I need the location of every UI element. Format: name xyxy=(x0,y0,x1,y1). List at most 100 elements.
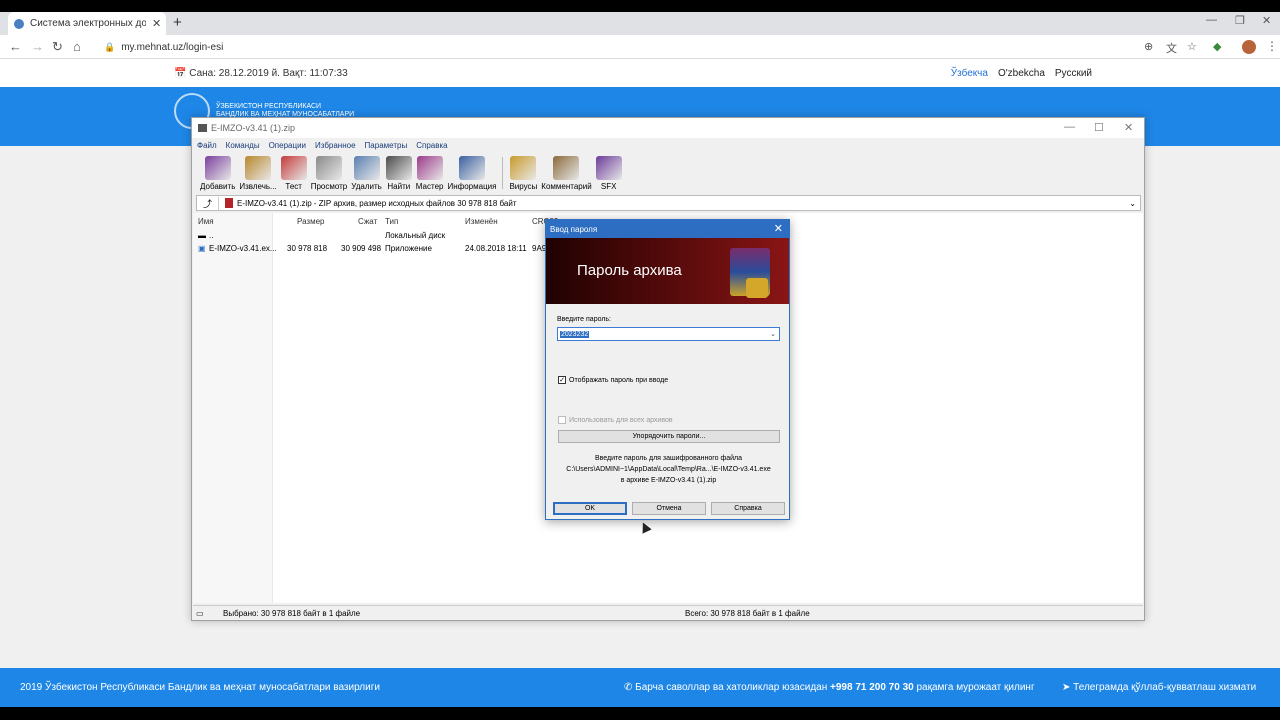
password-dialog: Ввод пароля ✕ Пароль архива Введите паро… xyxy=(545,219,790,520)
tab-close-icon[interactable]: ✕ xyxy=(152,17,161,30)
path-dropdown-icon[interactable]: ⌄ xyxy=(1129,199,1136,208)
archive-path-bar: ⤴ E-IMZO-v3.41 (1).zip - ZIP архив, разм… xyxy=(196,195,1141,211)
org-name-line1: ЎЗБЕКИСТОН РЕСПУБЛИКАСИ xyxy=(216,103,322,110)
toolbar-button[interactable]: Тест xyxy=(280,156,307,194)
toolbar-label: Тест xyxy=(285,182,302,191)
row-name: E-IMZO-v3.41.ex... xyxy=(209,244,277,253)
col-header-name[interactable]: Имя xyxy=(198,217,214,226)
winrar-maximize-icon[interactable]: ☐ xyxy=(1094,121,1104,134)
browser-tab[interactable]: Система электронных договоро ✕ xyxy=(8,12,166,35)
menu-operations[interactable]: Операции xyxy=(269,141,306,150)
password-value: 2023232 xyxy=(560,330,590,338)
password-label: Введите пароль: xyxy=(557,316,612,323)
language-switcher: Ўзбекча O'zbekcha Русский xyxy=(951,68,1092,79)
col-header-packed[interactable]: Сжат xyxy=(358,217,377,226)
home-icon[interactable]: ⌂ xyxy=(73,39,81,54)
lang-uz-cyrl[interactable]: Ўзбекча xyxy=(951,68,988,79)
col-header-modified[interactable]: Изменён xyxy=(465,217,498,226)
winrar-statusbar: ▭ Выбрано: 30 978 818 байт в 1 файле Все… xyxy=(193,605,1143,620)
telegram-icon: ➤ xyxy=(1062,682,1074,693)
toolbar-button[interactable]: SFX xyxy=(595,156,622,194)
translate-icon[interactable]: 文 xyxy=(1166,40,1177,56)
restore-icon[interactable]: ❐ xyxy=(1235,14,1245,27)
toolbar-separator xyxy=(502,157,504,189)
toolbar-button[interactable]: Найти xyxy=(385,156,412,194)
organize-passwords-button[interactable]: Упорядочить пароли... xyxy=(558,430,780,443)
toolbar-button[interactable]: Извлечь... xyxy=(239,156,277,194)
cancel-button[interactable]: Отмена xyxy=(632,502,706,515)
bookmark-star-icon[interactable]: ☆ xyxy=(1187,40,1197,53)
padlock-icon xyxy=(746,278,768,298)
toolbar-label: Добавить xyxy=(200,182,236,191)
dialog-close-icon[interactable]: ✕ xyxy=(774,222,783,235)
col-header-type[interactable]: Тип xyxy=(385,217,398,226)
url-field[interactable]: 🔒 my.mehnat.uz/login-esi xyxy=(96,37,1136,57)
toolbar-button[interactable]: Мастер xyxy=(416,156,443,194)
browser-menu-icon[interactable]: ⋮ xyxy=(1266,39,1278,53)
help-button[interactable]: Справка xyxy=(711,502,785,515)
tab-title: Система электронных договоро xyxy=(30,18,146,29)
dialog-banner: Пароль архива xyxy=(546,238,789,304)
use-for-all-label: Использовать для всех архивов xyxy=(569,416,673,424)
minimize-icon[interactable]: — xyxy=(1206,14,1217,26)
zoom-icon[interactable]: ⊕ xyxy=(1144,40,1153,53)
site-footer: 2019 Ўзбекистон Республикаси Бандлик ва … xyxy=(0,668,1280,707)
winrar-app-icon xyxy=(198,124,207,132)
reload-icon[interactable]: ↻ xyxy=(52,39,63,55)
browser-tabstrip: Система электронных договоро ✕ + — ❐ ✕ xyxy=(0,12,1280,35)
dialog-title: Ввод пароля xyxy=(550,224,598,234)
use-for-all-checkbox[interactable]: Использовать для всех архивов xyxy=(558,416,673,424)
close-window-icon[interactable]: ✕ xyxy=(1262,14,1271,27)
extension-icon[interactable]: ◆ xyxy=(1213,40,1221,53)
menu-options[interactable]: Параметры xyxy=(365,141,408,150)
forward-icon[interactable]: → xyxy=(31,39,44,54)
row-packed: 30 909 498 xyxy=(341,244,382,253)
toolbar-button[interactable]: Комментарий xyxy=(541,156,592,194)
back-icon[interactable]: ← xyxy=(9,39,22,54)
name-column-shade xyxy=(193,213,273,603)
row-type: Локальный диск xyxy=(385,231,446,240)
winrar-minimize-icon[interactable]: — xyxy=(1064,121,1075,133)
url-text: my.mehnat.uz/login-esi xyxy=(121,41,224,53)
menu-commands[interactable]: Команды xyxy=(226,141,260,150)
toolbar-button[interactable]: Вирусы xyxy=(509,156,537,194)
footer-telegram[interactable]: ➤ Телеграмда қўллаб-қувватлаш хизмати xyxy=(1062,682,1256,693)
toolbar-label: Найти xyxy=(387,182,411,191)
menu-favorites[interactable]: Избранное xyxy=(315,141,356,150)
footer-phone[interactable]: +998 71 200 70 30 xyxy=(830,682,914,693)
toolbar-button[interactable]: Удалить xyxy=(351,156,382,194)
winrar-titlebar[interactable]: E-IMZO-v3.41 (1).zip — ☐ ✕ xyxy=(192,118,1144,138)
toolbar-label: Просмотр xyxy=(310,182,348,191)
toolbar-button[interactable]: Просмотр xyxy=(310,156,348,194)
toolbar-label: Вирусы xyxy=(509,182,538,191)
exe-file-icon: ▣ xyxy=(198,244,206,253)
address-bar: ← → ↻ ⌂ 🔒 my.mehnat.uz/login-esi ⊕ 文 ☆ ◆… xyxy=(0,35,1280,59)
toolbar-button[interactable]: Информация xyxy=(447,156,496,194)
footer-contact-pre: Барча саволлар ва хатоликлар юзасидан xyxy=(635,682,831,693)
archive-path: E-IMZO-v3.41 (1).zip - ZIP архив, размер… xyxy=(237,198,517,208)
password-input[interactable]: 2023232 ⌄ xyxy=(557,327,780,341)
password-dropdown-icon[interactable]: ⌄ xyxy=(770,330,776,338)
menu-file[interactable]: Файл xyxy=(197,141,217,150)
lang-ru[interactable]: Русский xyxy=(1055,68,1092,79)
menu-help[interactable]: Справка xyxy=(416,141,447,150)
row-modified: 24.08.2018 18:11 xyxy=(465,244,527,253)
winrar-close-icon[interactable]: ✕ xyxy=(1124,121,1133,134)
lock-icon: 🔒 xyxy=(104,41,116,52)
row-name: .. xyxy=(209,231,214,240)
new-tab-button[interactable]: + xyxy=(173,14,182,31)
profile-avatar[interactable] xyxy=(1242,40,1256,54)
up-folder-icon[interactable]: ⤴ xyxy=(197,196,219,210)
dialog-titlebar[interactable]: Ввод пароля ✕ xyxy=(546,220,789,238)
info-line2: C:\Users\ADMINI~1\AppData\Local\Temp\Ra.… xyxy=(566,466,771,473)
show-password-checkbox[interactable]: ✓ Отображать пароль при вводе xyxy=(558,376,668,384)
lang-uz-latn[interactable]: O'zbekcha xyxy=(998,68,1045,79)
toolbar-button[interactable]: Добавить xyxy=(200,156,235,194)
toolbar-label: Извлечь... xyxy=(239,182,277,191)
banner-title: Пароль архива xyxy=(577,262,682,279)
footer-contact-post: рақамга мурожаат қилинг xyxy=(913,682,1035,693)
col-header-size[interactable]: Размер xyxy=(297,217,325,226)
winrar-toolbar: Добавить Извлечь... Тест Просмотр Удалить Най… xyxy=(192,152,1144,194)
toolbar-icon xyxy=(458,156,485,180)
ok-button[interactable]: OK xyxy=(553,502,627,515)
